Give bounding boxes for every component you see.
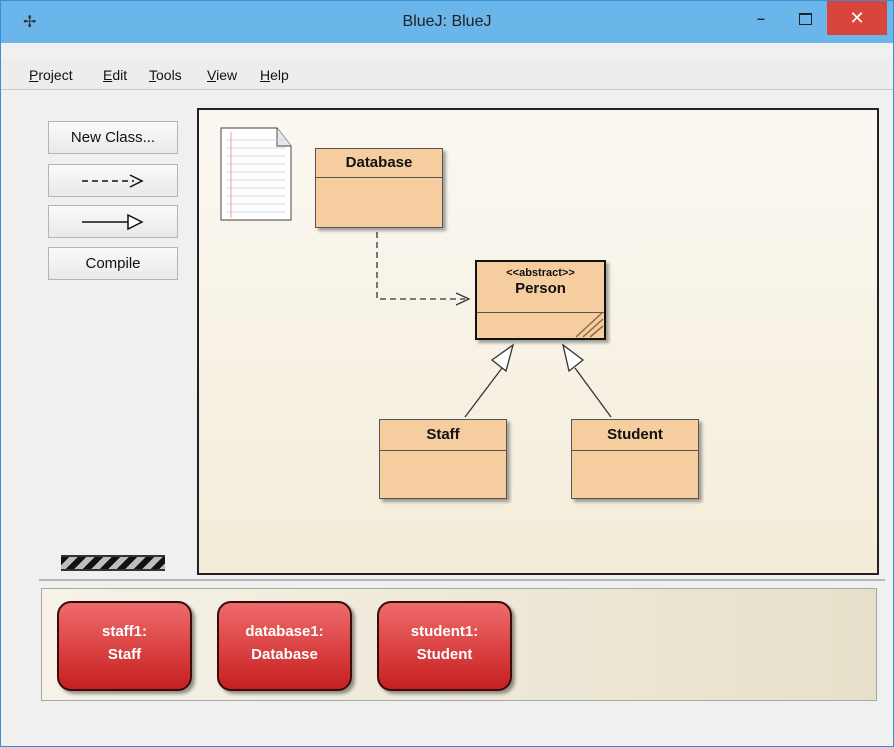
object-instance-name: student1:	[410, 623, 479, 640]
class-person-header: <<abstract>> Person	[477, 262, 604, 313]
object-staff1[interactable]: staff1: Staff	[57, 601, 192, 691]
menu-edit-rest: dit	[112, 67, 128, 83]
staff-inheritance-line	[464, 367, 503, 418]
close-icon: ✕	[849, 8, 865, 28]
new-class-button[interactable]: New Class...	[48, 121, 178, 154]
object-instance-name: staff1:	[101, 623, 147, 640]
close-button[interactable]: ✕	[827, 1, 887, 35]
diagram-relations	[220, 127, 612, 418]
menu-edit[interactable]: Edit	[103, 67, 127, 83]
inherits-arrow-button[interactable]	[48, 205, 178, 238]
class-staff-name: Staff	[380, 420, 506, 451]
object-type-name: Database	[251, 646, 318, 663]
bench-divider[interactable]	[39, 579, 885, 581]
class-staff[interactable]: Staff	[379, 419, 507, 499]
object-instance-name: database1:	[245, 623, 324, 640]
class-student-name: Student	[572, 420, 698, 451]
student-inheritance-arrowhead	[561, 343, 585, 373]
minimize-icon: –	[757, 10, 765, 26]
menu-view-rest: iew	[216, 67, 238, 83]
object-type-name: Staff	[107, 646, 142, 663]
progress-machine-icon	[61, 555, 165, 571]
class-database[interactable]: Database	[315, 148, 443, 228]
maximize-icon	[798, 13, 812, 26]
maximize-button[interactable]	[786, 1, 824, 35]
object-type-name: Student	[416, 646, 473, 663]
object-student1[interactable]: student1: Student	[377, 601, 512, 691]
object-database1[interactable]: database1: Database	[217, 601, 352, 691]
class-person-name: Person	[515, 280, 566, 297]
menu-view[interactable]: View	[207, 67, 237, 83]
menu-edit-mnemonic: E	[103, 67, 113, 83]
menu-project-mnemonic: P	[29, 67, 39, 83]
menu-project[interactable]: Project	[29, 67, 73, 83]
menu-help-rest: elp	[270, 67, 289, 83]
uses-arrow-button[interactable]	[48, 164, 178, 197]
minimize-button[interactable]: –	[741, 1, 781, 35]
menu-tools[interactable]: Tools	[149, 67, 182, 83]
class-person-stereotype: <<abstract>>	[506, 267, 575, 279]
inheritance-arrow-icon	[82, 213, 144, 231]
menu-help[interactable]: Help	[260, 67, 289, 83]
bluej-window: ✢ BlueJ: BlueJ – ✕ Project Edit Tools Vi…	[0, 0, 894, 747]
menu-project-rest: roject	[38, 67, 73, 83]
readme-document-icon[interactable]	[220, 127, 292, 221]
abstract-hatch-icon	[575, 311, 604, 338]
dashed-arrow-icon	[82, 174, 144, 188]
object-bench: staff1: Staff database1: Database studen…	[41, 588, 877, 701]
menu-tools-rest: ools	[156, 67, 182, 83]
staff-inheritance-arrowhead	[490, 343, 515, 373]
uses-relation-line	[376, 232, 465, 300]
class-student[interactable]: Student	[571, 419, 699, 499]
compile-button[interactable]: Compile	[48, 247, 178, 280]
class-person[interactable]: <<abstract>> Person	[475, 260, 606, 340]
class-database-name: Database	[316, 149, 442, 178]
class-diagram[interactable]: Database <<abstract>> Person Staff Stude…	[197, 108, 879, 575]
menu-view-mnemonic: V	[207, 67, 217, 83]
menu-bar: Project Edit Tools View Help	[1, 59, 893, 90]
student-inheritance-line	[574, 367, 612, 418]
title-bar[interactable]: ✢ BlueJ: BlueJ – ✕	[1, 1, 893, 43]
menu-tools-mnemonic: T	[149, 67, 156, 83]
menu-help-mnemonic: H	[260, 67, 271, 83]
